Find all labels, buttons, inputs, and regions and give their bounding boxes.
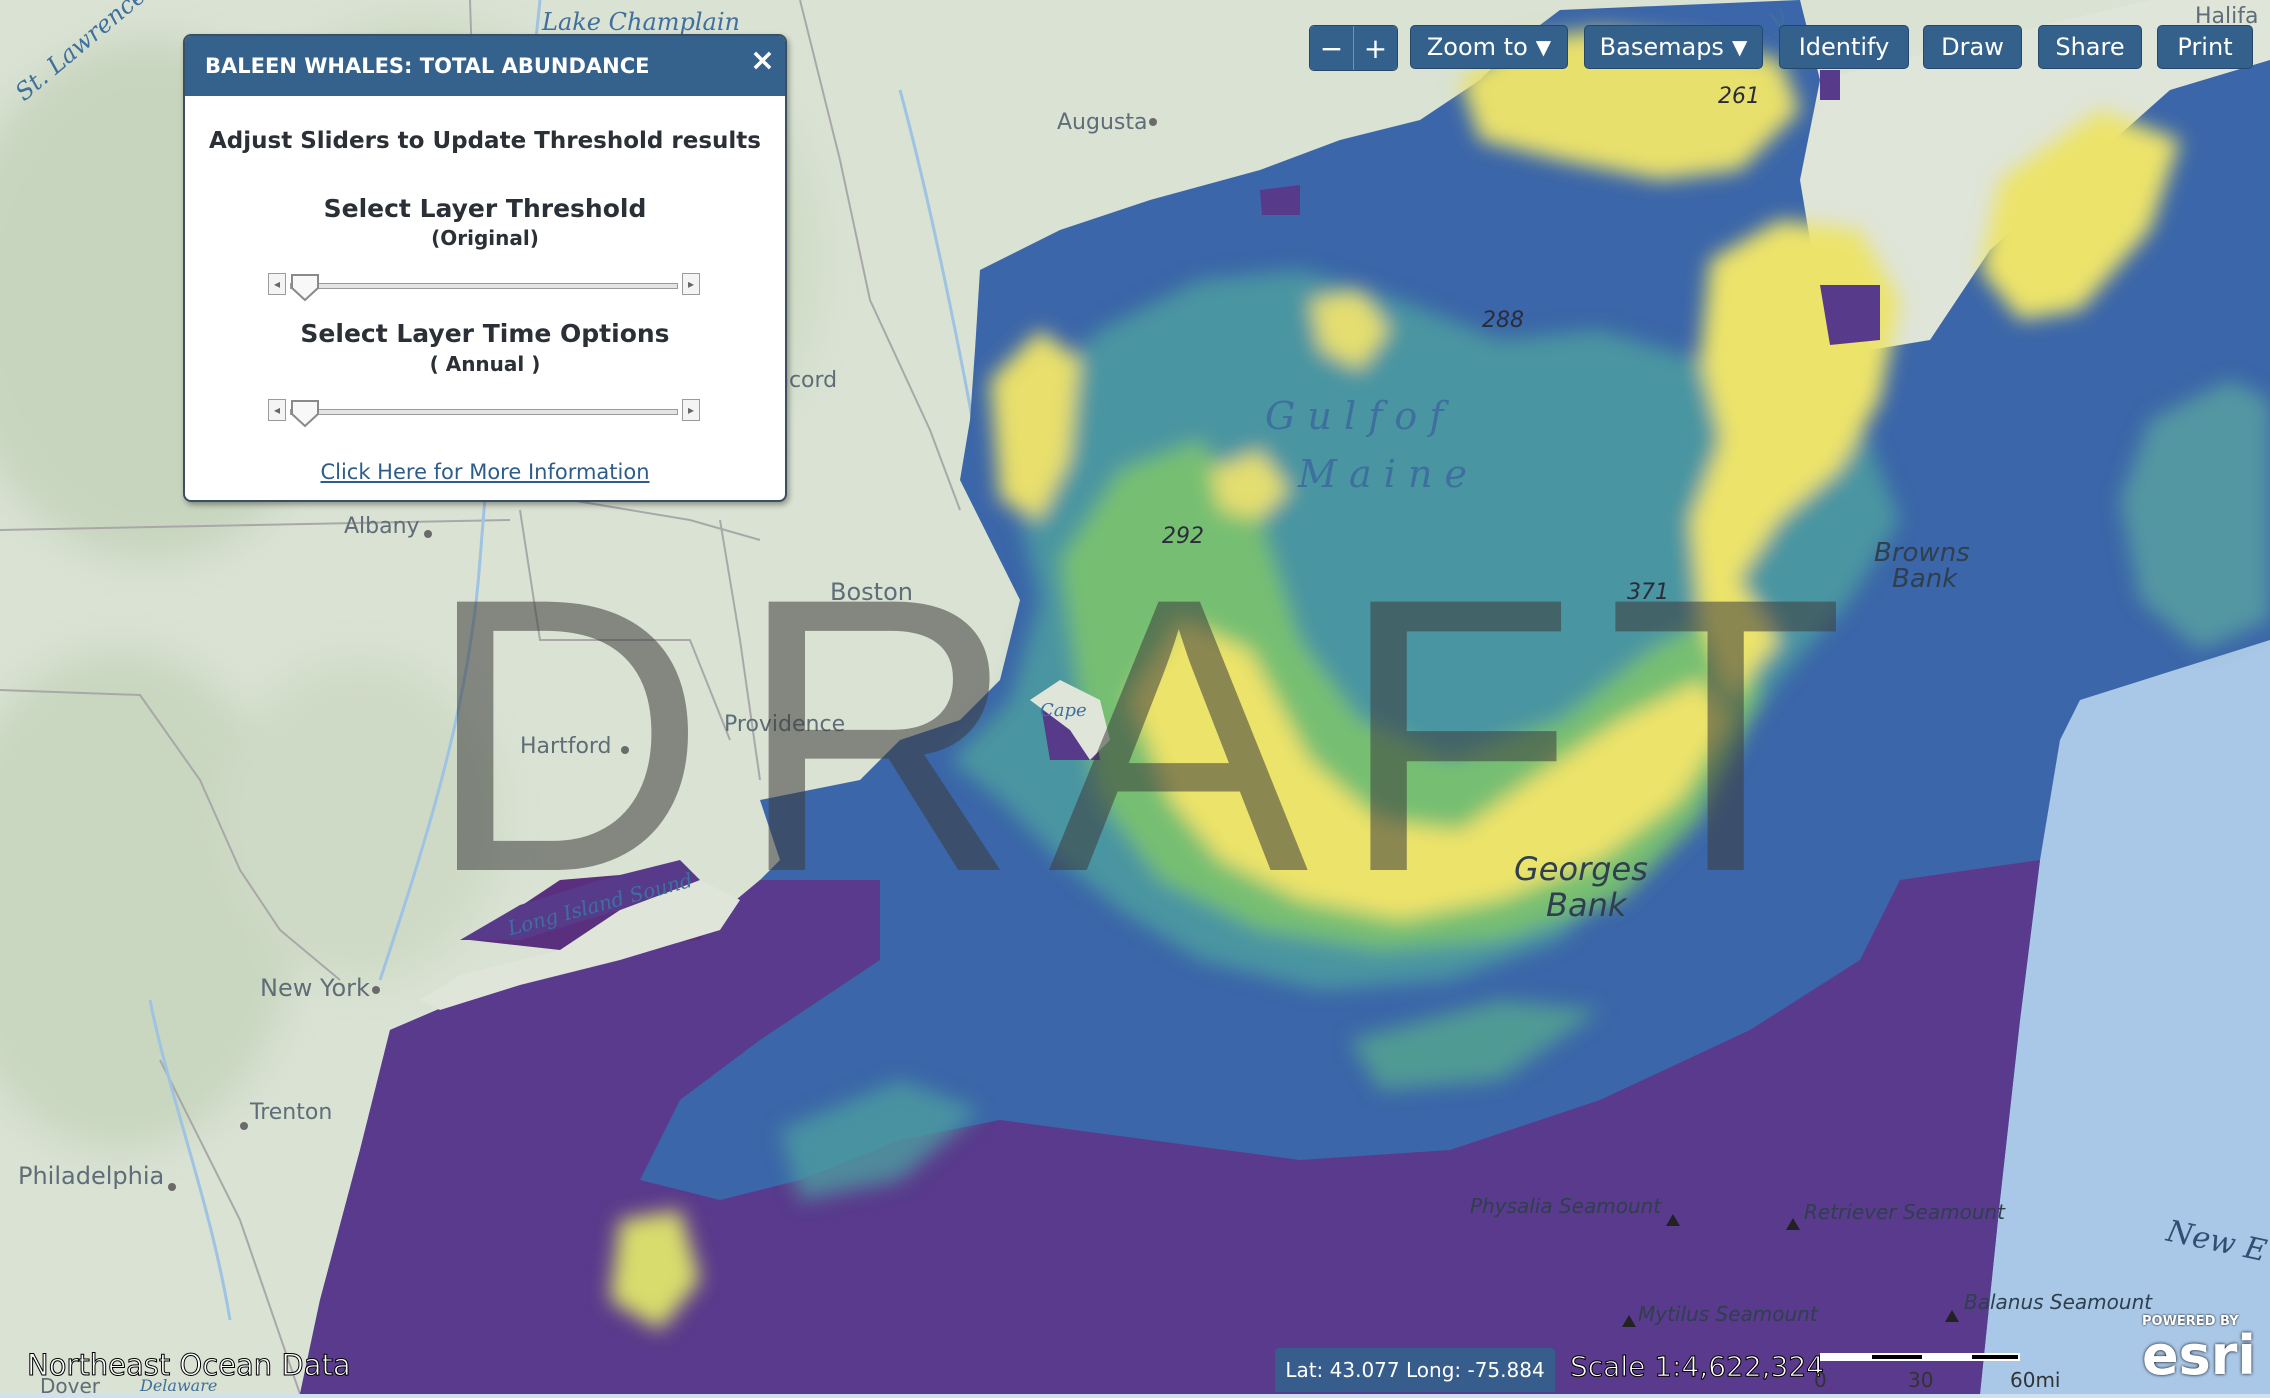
brand-label: Northeast Ocean Data [27, 1348, 352, 1383]
draft-watermark: DRAFT [425, 517, 1875, 953]
scale-label: 0 [1814, 1368, 1827, 1392]
scale-label: 30 [1908, 1368, 1934, 1392]
lake-champlain-label: Lake Champlain [542, 8, 740, 36]
zoom-control: − + [1309, 25, 1398, 71]
philadelphia-label: Philadelphia [18, 1162, 165, 1190]
close-icon[interactable]: × [750, 46, 775, 76]
coordinates-readout: Lat: 43.077 Long: -75.884 [1275, 1348, 1555, 1392]
scale-label: 60mi [2010, 1368, 2061, 1392]
physalia-seamount-label: Physalia Seamount [1470, 1194, 1662, 1218]
basemaps-button[interactable]: Basemaps ▼ [1584, 25, 1763, 69]
trenton-label: Trenton [250, 1100, 333, 1125]
new-york-label: New York [260, 974, 370, 1002]
slider-track[interactable] [290, 409, 678, 415]
print-button[interactable]: Print [2157, 25, 2253, 69]
balanus-seamount-label: Balanus Seamount [1964, 1290, 2153, 1314]
scale-text: Scale 1:4,622,324 [1570, 1350, 1825, 1384]
threshold-value: (Original) [431, 226, 539, 250]
time-slider[interactable]: ◂ ▸ [268, 398, 700, 428]
slider-track[interactable] [290, 283, 678, 289]
gulf-of-maine-label-2: M a i n e [1298, 452, 1467, 496]
zoom-out-button[interactable]: − [1310, 26, 1353, 70]
albany-label: Albany [344, 514, 420, 539]
slider-thumb[interactable] [290, 272, 320, 302]
gulf-of-maine-label-1: G u l f o f [1265, 394, 1444, 438]
slider-left-arrow-icon[interactable]: ◂ [268, 399, 286, 421]
more-info-link[interactable]: Click Here for More Information [185, 460, 785, 484]
depth-label: 261 [1718, 84, 1760, 109]
depth-label: 288 [1482, 308, 1524, 333]
identify-button[interactable]: Identify [1779, 25, 1909, 69]
esri-wordmark: esri [2142, 1324, 2256, 1387]
panel-instruction: Adjust Sliders to Update Threshold resul… [209, 128, 761, 154]
panel-header: BALEEN WHALES: TOTAL ABUNDANCE × [185, 36, 785, 96]
draw-button[interactable]: Draw [1923, 25, 2022, 69]
chevron-down-icon: ▼ [1535, 35, 1552, 59]
augusta-label: Augusta [1057, 110, 1148, 135]
threshold-heading: Select Layer Threshold [323, 194, 647, 223]
zoom-in-button[interactable]: + [1353, 26, 1397, 70]
time-heading: Select Layer Time Options [300, 319, 670, 348]
threshold-slider[interactable]: ◂ ▸ [268, 272, 700, 302]
basemaps-label: Basemaps [1599, 33, 1724, 61]
share-button[interactable]: Share [2038, 25, 2142, 69]
slider-right-arrow-icon[interactable]: ▸ [682, 273, 700, 295]
scale-bar [1820, 1353, 2020, 1361]
chevron-down-icon: ▼ [1731, 35, 1748, 59]
mytilus-seamount-label: Mytilus Seamount [1638, 1302, 1818, 1326]
slider-thumb[interactable] [290, 398, 320, 428]
browns-bank-label-2: Bank [1892, 564, 1958, 594]
layer-threshold-panel: BALEEN WHALES: TOTAL ABUNDANCE × Adjust … [183, 34, 787, 502]
panel-title: BALEEN WHALES: TOTAL ABUNDANCE [205, 54, 650, 78]
time-value: ( Annual ) [429, 352, 541, 376]
retriever-seamount-label: Retriever Seamount [1804, 1200, 2006, 1224]
slider-right-arrow-icon[interactable]: ▸ [682, 399, 700, 421]
esri-logo[interactable]: POWERED BY esri [2142, 1314, 2262, 1388]
zoom-to-label: Zoom to [1426, 33, 1528, 61]
zoom-to-button[interactable]: Zoom to ▼ [1410, 25, 1568, 69]
slider-left-arrow-icon[interactable]: ◂ [268, 273, 286, 295]
